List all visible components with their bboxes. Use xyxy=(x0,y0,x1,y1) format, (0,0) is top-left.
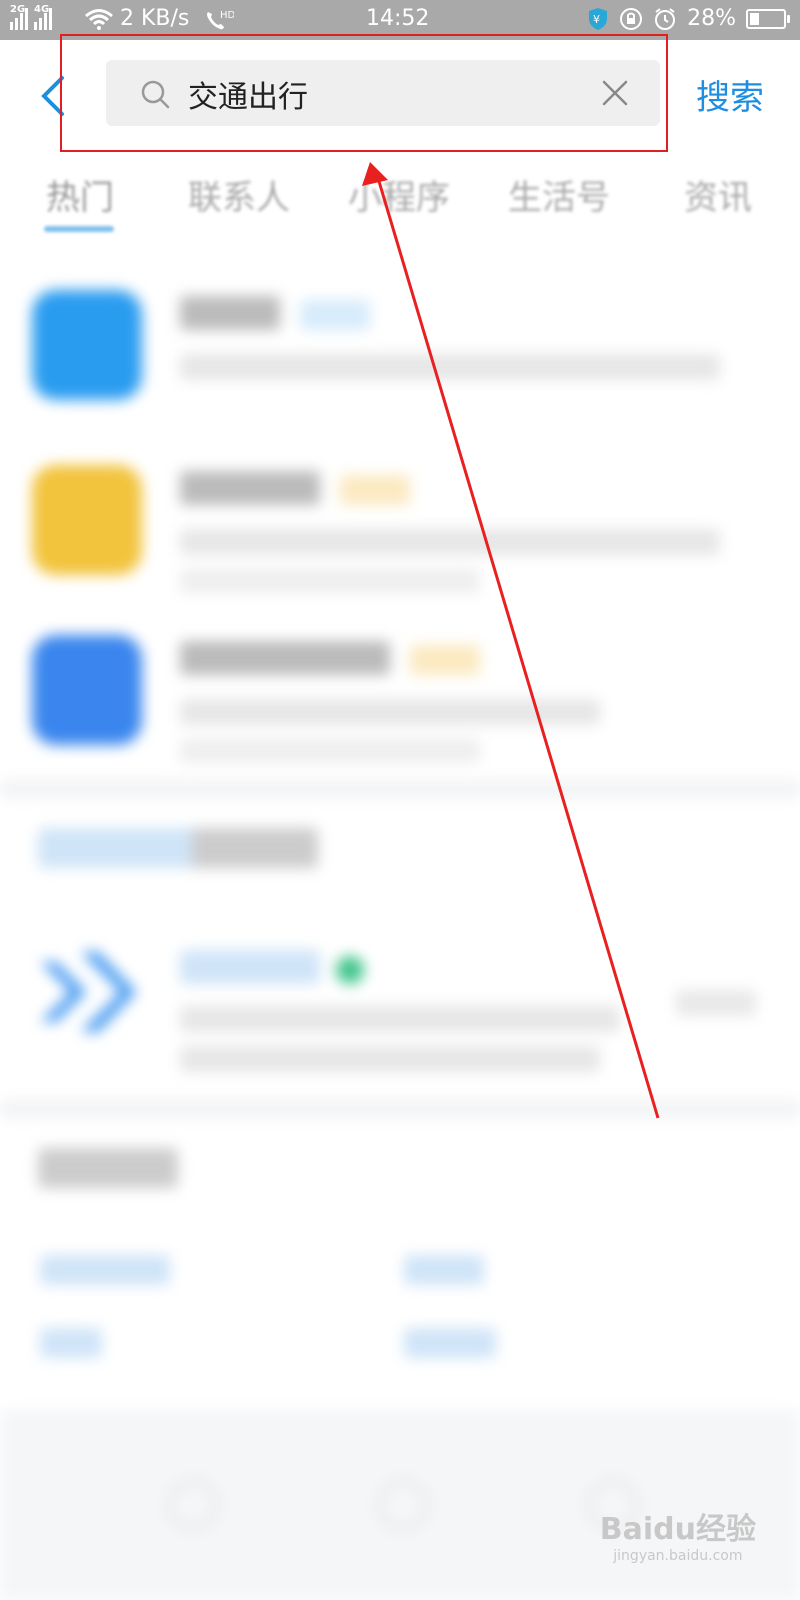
result-item[interactable] xyxy=(0,605,800,763)
shield-icon: ¥ xyxy=(589,7,608,30)
section-title xyxy=(38,828,318,868)
result-item[interactable] xyxy=(0,435,800,593)
search-icon xyxy=(141,80,170,109)
app-icon xyxy=(32,635,142,745)
search-results-blurred xyxy=(0,260,800,1600)
battery-percent: 28% xyxy=(687,6,736,31)
clock: 14:52 xyxy=(366,6,430,31)
search-box[interactable] xyxy=(106,60,660,126)
back-button[interactable] xyxy=(38,74,68,118)
baidu-watermark: Baidu经验 jingyan.baidu.com xyxy=(599,1512,756,1564)
network-speed: 2 KB/s xyxy=(120,6,190,31)
result-item[interactable] xyxy=(0,950,800,1100)
tab-mini-programs[interactable]: 小程序 xyxy=(348,170,450,219)
hd-call-icon: HD xyxy=(204,8,236,38)
close-icon[interactable] xyxy=(602,80,628,106)
app-icon xyxy=(32,465,142,575)
tab-life-accounts[interactable]: 生活号 xyxy=(508,170,610,219)
tab-hot[interactable]: 热门 xyxy=(46,170,114,219)
lock-icon xyxy=(620,7,643,30)
tab-contacts[interactable]: 联系人 xyxy=(188,170,290,219)
battery-icon xyxy=(746,8,790,29)
search-input[interactable] xyxy=(186,72,570,116)
battery-fill xyxy=(750,12,759,25)
result-item[interactable] xyxy=(0,260,800,410)
alarm-icon xyxy=(655,7,676,30)
signal-icon: 2G 4G xyxy=(10,4,52,30)
search-header: 搜索 xyxy=(0,40,800,152)
result-tabs: 热门 联系人 小程序 生活号 资讯 xyxy=(0,162,800,242)
chevron-left-icon xyxy=(41,76,64,116)
status-bar: 2G 4G 2 KB/s HD 14:52 ¥ 28% xyxy=(0,0,800,40)
search-button[interactable]: 搜索 xyxy=(696,70,764,119)
wifi-icon xyxy=(85,9,113,30)
svg-text:HD: HD xyxy=(220,10,234,21)
tab-news[interactable]: 资讯 xyxy=(684,170,752,219)
app-icon xyxy=(32,290,142,400)
svg-text:¥: ¥ xyxy=(593,13,600,26)
active-tab-indicator xyxy=(44,226,114,232)
public-account-icon xyxy=(41,952,136,1032)
